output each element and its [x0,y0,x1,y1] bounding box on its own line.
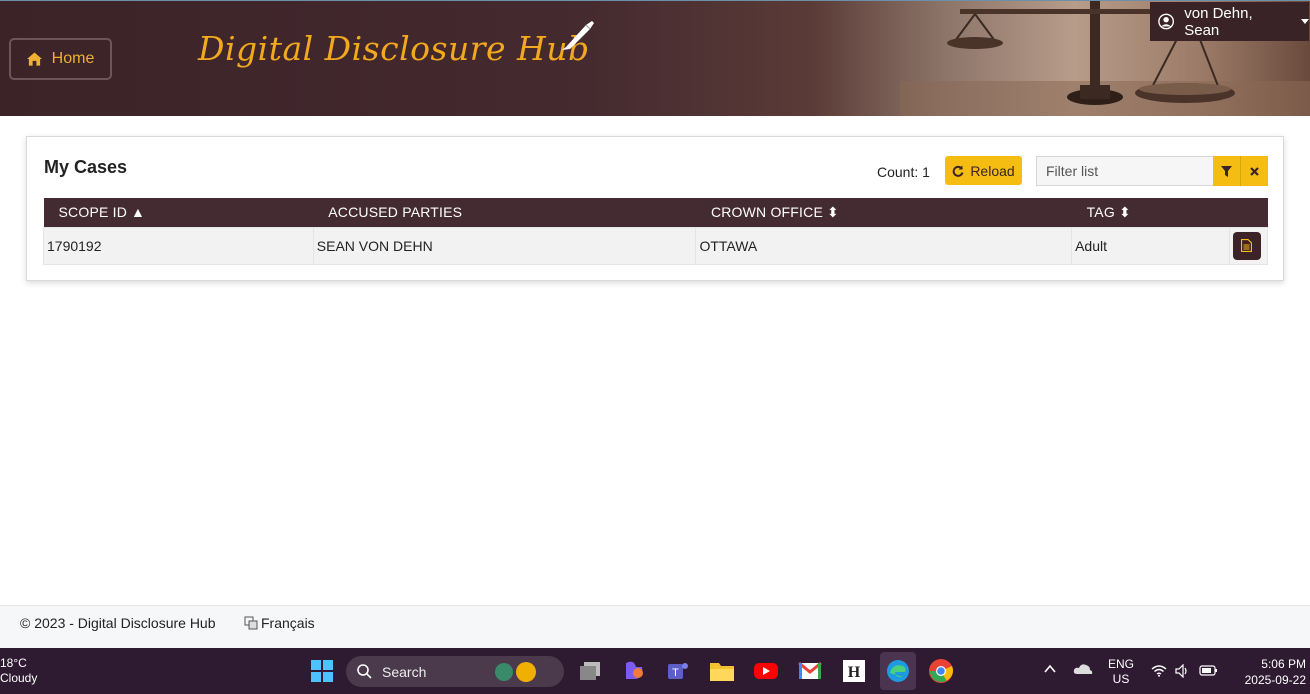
onedrive-icon[interactable] [1073,662,1093,679]
cell-actions [1228,226,1269,265]
file-explorer-icon[interactable] [709,658,735,684]
pen-icon [562,21,594,50]
sort-ascending-icon: ▲ [131,204,146,221]
clear-filter-button[interactable] [1241,156,1268,186]
user-avatar-icon [1158,13,1175,30]
clock-time: 5:06 PM [1261,657,1306,671]
document-icon [1241,239,1253,252]
open-case-button[interactable] [1232,231,1261,260]
cell-scope-id: 1790192 [43,226,314,265]
os-taskbar: 18°C Cloudy Search T H ENG US 5:06 PM 20… [0,648,1310,694]
wifi-icon[interactable] [1151,664,1167,680]
language-link[interactable]: Français [244,615,315,631]
gmail-icon[interactable] [797,658,823,684]
task-view-icon[interactable] [577,658,603,684]
page-footer: © 2023 - Digital Disclosure Hub Français [0,605,1310,648]
refresh-icon [953,165,964,177]
cases-table: SCOPE ID ▲ ACCUSED PARTIES CROWN OFFICE ⬍ … [43,198,1269,265]
clock-date: 2025-09-22 [1244,673,1306,687]
taskbar-search[interactable]: Search [346,656,564,687]
home-icon [26,52,42,66]
windows-icon [311,660,333,682]
edge-icon[interactable] [880,652,916,690]
youtube-icon[interactable] [753,658,779,684]
chrome-icon[interactable] [928,658,954,684]
globe-icon [495,661,537,682]
user-menu[interactable]: von Dehn, Sean [1150,2,1309,41]
chevron-down-icon [1301,19,1309,24]
sort-icon: ⬍ [827,203,839,220]
case-count: Count: 1 [877,164,930,180]
weather-widget[interactable]: 18°C Cloudy [0,656,37,686]
filter-group [1036,156,1268,186]
language-label: Français [261,615,315,631]
svg-text:T: T [672,667,679,679]
column-header-accused-parties[interactable]: ACCUSED PARTIES [313,198,696,227]
column-header-actions [1229,198,1267,227]
copilot-icon[interactable] [621,658,647,684]
system-clock[interactable]: 5:06 PM 2025-09-22 [1228,656,1306,688]
translate-icon [244,616,258,630]
cell-accused-parties: SEAN VON DEHN [312,226,697,265]
filter-input[interactable] [1036,156,1213,186]
language-code: ENG [1108,657,1135,671]
cell-crown-office: OTTAWA [695,226,1073,265]
cell-tag: Adult [1071,226,1230,265]
column-header-tag[interactable]: TAG ⬍ [1072,198,1230,227]
reload-button[interactable]: Reload [945,156,1022,185]
column-header-crown-office[interactable]: CROWN OFFICE ⬍ [696,198,1072,227]
start-button[interactable] [309,658,335,684]
copyright-text: © 2023 - Digital Disclosure Hub [20,615,216,631]
sort-icon: ⬍ [1118,203,1131,220]
page-title: My Cases [44,157,128,177]
weather-temperature: 18°C [0,656,27,670]
table-header-row: SCOPE ID ▲ ACCUSED PARTIES CROWN OFFICE ⬍ … [43,198,1268,227]
weather-condition: Cloudy [0,671,38,685]
search-icon [357,664,372,679]
apply-filter-button[interactable] [1213,156,1240,186]
my-cases-card: My Cases Count: 1 Reload SCOPE ID▲ [26,136,1284,281]
home-button[interactable]: Home [9,38,112,80]
volume-icon[interactable] [1175,663,1190,681]
reload-label: Reload [970,162,1015,179]
close-icon [1250,166,1259,176]
chevron-up-icon[interactable] [1043,662,1057,679]
region-code: US [1112,672,1130,686]
brand-title: Digital Disclosure Hub [198,29,590,68]
news-app-icon[interactable]: H [841,658,867,684]
input-language[interactable]: ENG US [1108,657,1134,687]
user-name: von Dehn, Sean [1184,4,1253,39]
search-label: Search [382,663,427,680]
teams-icon[interactable]: T [665,658,691,684]
battery-icon[interactable] [1199,664,1218,680]
svg-text:H: H [848,664,861,681]
home-label: Home [51,50,95,67]
column-header-scope-id[interactable]: SCOPE ID ▲ [44,198,314,227]
filter-icon [1221,165,1232,177]
table-row[interactable]: 1790192 SEAN VON DEHN OTTAWA Adult [43,226,1269,265]
app-header: Home Digital Disclosure Hub von Dehn, Se… [0,0,1310,116]
